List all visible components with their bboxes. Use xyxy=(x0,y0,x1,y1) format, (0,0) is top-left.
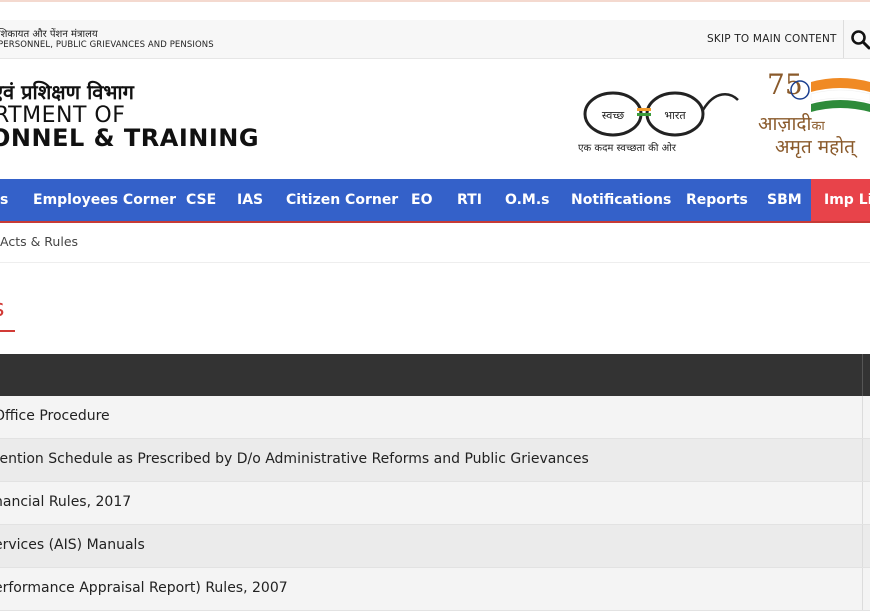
nav-item-citizen-corner[interactable]: Citizen Corner xyxy=(286,179,398,221)
ministry-name-hindi: शिकायत और पेंशन मंत्रालय xyxy=(0,29,98,40)
nav-item-imp-links[interactable]: Imp Lin xyxy=(811,179,870,221)
nav-item-ias[interactable]: IAS xyxy=(237,179,263,221)
department-name-hindi: एवं प्रशिक्षण विभाग xyxy=(0,80,134,104)
azadi-text-line2: अमृत महोत् xyxy=(775,136,855,158)
main-navigation: s Employees Corner CSE IAS Citizen Corne… xyxy=(0,179,870,223)
search-icon xyxy=(851,30,870,50)
nav-item-oms[interactable]: O.M.s xyxy=(505,179,550,221)
azadi-75-number: 75 xyxy=(767,68,803,101)
table-row-link[interactable]: tention Schedule as Prescribed by D/o Ad… xyxy=(0,451,589,467)
table-row[interactable]: nancial Rules, 2017 xyxy=(0,482,870,525)
table-row-divider xyxy=(862,482,863,524)
nav-item-reports[interactable]: Reports xyxy=(686,179,748,221)
page-title-underline xyxy=(0,330,15,332)
department-name-line2: ONNEL & TRAINING xyxy=(0,124,260,152)
table-row-divider xyxy=(862,568,863,610)
table-row[interactable]: ervices (AIS) Manuals xyxy=(0,525,870,568)
azadi-ka-word: का xyxy=(811,119,825,134)
utility-bar: शिकायत और पेंशन मंत्रालय PERSONNEL, PUBL… xyxy=(0,20,870,59)
breadcrumb: Acts & Rules xyxy=(0,234,79,249)
nav-item-notifications[interactable]: Notifications xyxy=(571,179,671,221)
table-row-divider xyxy=(862,525,863,567)
nav-item-cse[interactable]: CSE xyxy=(186,179,216,221)
swachh-text: स्वच्छ xyxy=(602,109,624,122)
bharat-text: भारत xyxy=(664,109,686,122)
top-accent-bar xyxy=(0,0,870,2)
table-row[interactable]: tention Schedule as Prescribed by D/o Ad… xyxy=(0,439,870,482)
page-title: s xyxy=(0,294,5,322)
table-row-link[interactable]: ervices (AIS) Manuals xyxy=(0,537,145,553)
table-header-divider xyxy=(862,354,863,396)
utility-divider xyxy=(843,20,844,58)
table-row-link[interactable]: nancial Rules, 2017 xyxy=(0,494,131,510)
nav-item-employees-corner[interactable]: Employees Corner xyxy=(33,179,176,221)
nav-item-eo[interactable]: EO xyxy=(411,179,432,221)
table-row-divider xyxy=(862,439,863,481)
table-header xyxy=(0,354,870,396)
nav-item-rti[interactable]: RTI xyxy=(457,179,482,221)
table-row-link[interactable]: erformance Appraisal Report) Rules, 2007 xyxy=(0,580,288,596)
ministry-name-english: PERSONNEL, PUBLIC GRIEVANCES AND PENSION… xyxy=(0,40,214,50)
table-row-divider xyxy=(862,396,863,438)
swachh-bharat-caption: एक कदम स्वच्छता की ओर xyxy=(578,143,676,154)
table-row[interactable]: erformance Appraisal Report) Rules, 2007 xyxy=(0,568,870,611)
nav-item-sbm[interactable]: SBM xyxy=(767,179,802,221)
azadi-word: आज़ादी xyxy=(758,113,812,135)
table-row-link[interactable]: Office Procedure xyxy=(0,408,110,424)
skip-to-main-content-link[interactable]: SKIP TO MAIN CONTENT xyxy=(707,33,837,45)
search-button[interactable] xyxy=(850,29,870,51)
table-body: Office Procedure tention Schedule as Pre… xyxy=(0,396,870,611)
table-row[interactable]: Office Procedure xyxy=(0,396,870,439)
breadcrumb-divider xyxy=(0,262,870,263)
nav-item-truncated[interactable]: s xyxy=(0,179,8,221)
